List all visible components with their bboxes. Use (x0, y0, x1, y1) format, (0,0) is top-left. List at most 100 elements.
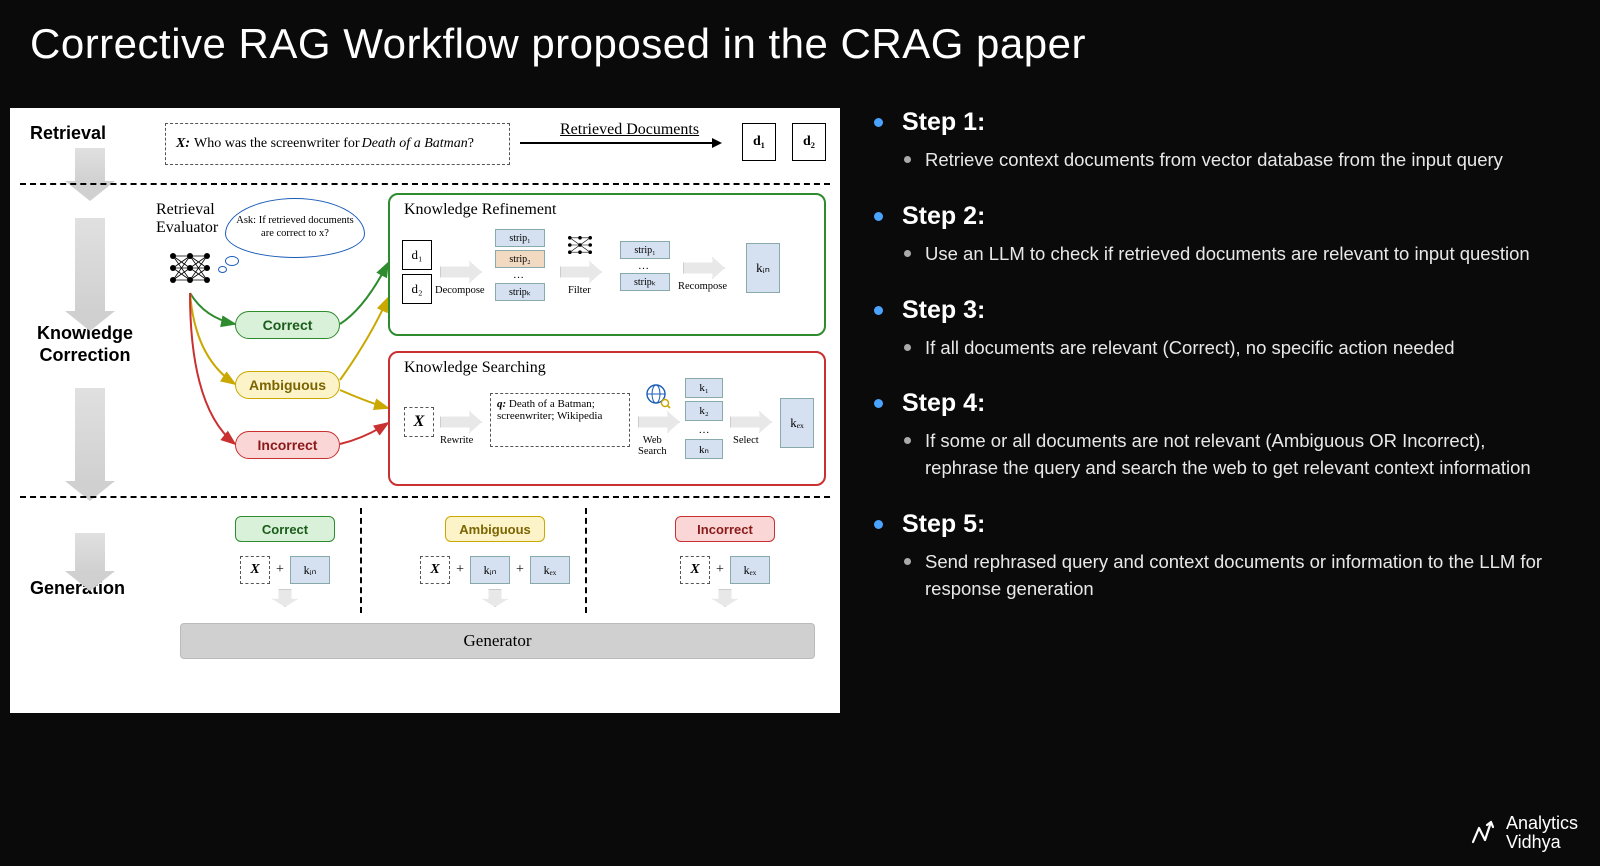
divider (20, 183, 830, 185)
query-text: Who was the screenwriter for (194, 136, 360, 152)
gen-col-incorrect: Incorrect X + kₑₓ (625, 508, 825, 618)
query-italic: Death of a Batman (362, 136, 468, 152)
step-body: If all documents are relevant (Correct),… (870, 335, 1550, 362)
gen-k: kₑₓ (530, 556, 570, 584)
result-ellipsis: … (685, 424, 723, 436)
search-result: k₂ (685, 401, 723, 421)
gen-x: X (680, 556, 710, 584)
step-title: Step 5: (870, 510, 1550, 539)
search-result: k₁ (685, 378, 723, 398)
strip: stripₖ (620, 273, 670, 291)
down-arrow-icon (75, 218, 105, 313)
gen-k: kₑₓ (730, 556, 770, 584)
step-body: Send rephrased query and context documen… (870, 549, 1550, 603)
phase-label-retrieval: Retrieval (30, 123, 106, 144)
step-title: Step 3: (870, 296, 1550, 325)
step-item: Step 3: If all documents are relevant (C… (870, 296, 1550, 362)
down-arrow-icon (75, 388, 105, 483)
knowledge-refinement-box: Knowledge Refinement d₁ d₂ Decompose str… (388, 193, 826, 336)
step-item: Step 4: If some or all documents are not… (870, 389, 1550, 482)
brand-icon (1470, 817, 1498, 849)
retrieved-documents-label: Retrieved Documents (560, 121, 699, 139)
down-arrow-icon (272, 589, 298, 607)
step-body: Retrieve context documents from vector d… (870, 147, 1550, 174)
neural-network-icon (165, 248, 215, 288)
ks-q-text: Death of a Batman; screenwriter; Wikiped… (497, 398, 602, 422)
query-x: X: (176, 136, 190, 152)
op-recompose: Recompose (678, 281, 727, 292)
right-arrow-icon (520, 142, 720, 144)
down-arrow-icon (712, 589, 738, 607)
badge-incorrect: Incorrect (235, 431, 340, 459)
neural-network-icon (565, 233, 595, 257)
gen-k: kᵢₙ (470, 556, 510, 584)
strip: stripₖ (495, 283, 545, 301)
knowledge-searching-box: Knowledge Searching X Rewrite q: Death o… (388, 351, 826, 486)
badge-correct: Correct (235, 311, 340, 339)
bullet-icon (874, 520, 883, 529)
plus: + (276, 562, 284, 578)
kr-doc: d₂ (402, 274, 432, 304)
globe-search-icon (645, 383, 671, 409)
step-body: If some or all documents are not relevan… (870, 428, 1550, 482)
strip: strip₂ (495, 250, 545, 268)
brand-logo: Analytics Vidhya (1470, 814, 1578, 852)
kr-title: Knowledge Refinement (404, 201, 556, 219)
gen-badge: Correct (235, 516, 335, 542)
step-item: Step 1: Retrieve context documents from … (870, 108, 1550, 174)
retrieved-doc: d₁ (742, 123, 776, 161)
op-websearch: Web Search (638, 435, 667, 457)
down-arrow-icon (482, 589, 508, 607)
bullet-icon (874, 118, 883, 127)
ask-thought-bubble: Ask: If retrieved documents are correct … (225, 198, 365, 258)
evaluator-label: Retrieval Evaluator (156, 201, 218, 238)
arrow-right-icon (560, 261, 602, 283)
k-external: kₑₓ (780, 398, 814, 448)
bullet-icon (874, 212, 883, 221)
ks-q-label: q: (497, 398, 506, 410)
down-arrow-icon (75, 533, 105, 573)
gen-x: X (420, 556, 450, 584)
op-select: Select (733, 435, 759, 446)
step-title: Step 1: (870, 108, 1550, 137)
step-title: Step 4: (870, 389, 1550, 418)
brand-line2: Vidhya (1506, 833, 1578, 852)
bubble-tail-icon (218, 266, 227, 273)
gen-x: X (240, 556, 270, 584)
plus: + (716, 562, 724, 578)
bullet-icon (874, 306, 883, 315)
step-item: Step 5: Send rephrased query and context… (870, 510, 1550, 603)
down-arrow-icon (75, 148, 105, 183)
arrow-right-icon (730, 411, 772, 433)
page-title: Corrective RAG Workflow proposed in the … (0, 0, 1600, 78)
step-title: Step 2: (870, 202, 1550, 231)
plus: + (516, 562, 524, 578)
search-result: kₙ (685, 439, 723, 459)
gen-col-ambiguous: Ambiguous X + kᵢₙ + kₑₓ (395, 508, 595, 618)
retrieved-doc: d₂ (792, 123, 826, 161)
bubble-tail-icon (225, 256, 239, 266)
k-internal: kᵢₙ (746, 243, 780, 293)
workflow-diagram: Retrieval Knowledge Correction Generatio… (10, 108, 840, 713)
arrow-right-icon (440, 261, 482, 283)
input-query-box: X: Who was the screenwriter for Death of… (165, 123, 510, 165)
steps-panel: Step 1: Retrieve context documents from … (870, 108, 1590, 713)
gen-badge: Ambiguous (445, 516, 545, 542)
arrow-right-icon (440, 411, 482, 433)
ks-x: X (404, 407, 434, 437)
rewritten-query: q: Death of a Batman; screenwriter; Wiki… (490, 393, 630, 447)
divider (20, 496, 830, 498)
ask-bubble-text: Ask: If retrieved documents are correct … (234, 215, 356, 240)
gen-badge: Incorrect (675, 516, 775, 542)
ks-title: Knowledge Searching (404, 359, 546, 377)
step-item: Step 2: Use an LLM to check if retrieved… (870, 202, 1550, 268)
op-rewrite: Rewrite (440, 435, 473, 446)
strip: strip₁ (620, 241, 670, 259)
arrow-right-icon (683, 257, 725, 279)
plus: + (456, 562, 464, 578)
gen-col-correct: Correct X + kᵢₙ (185, 508, 385, 618)
gen-k: kᵢₙ (290, 556, 330, 584)
brand-line1: Analytics (1506, 814, 1578, 833)
op-filter: Filter (568, 285, 591, 296)
step-body: Use an LLM to check if retrieved documen… (870, 241, 1550, 268)
